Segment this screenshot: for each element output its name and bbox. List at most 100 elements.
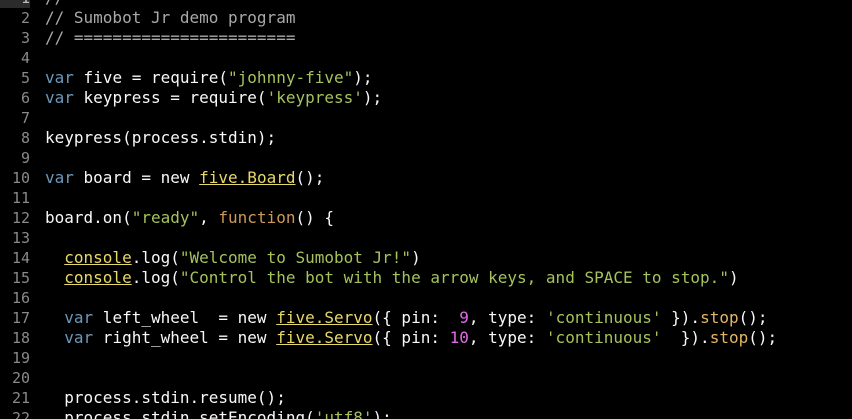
line-number: 21 [11, 389, 30, 407]
line-number: 14 [11, 249, 30, 267]
line-number: 9 [20, 149, 30, 167]
line-code: console.log("Welcome to Sumobot Jr!") [45, 248, 421, 268]
code-line[interactable]: 16 [0, 288, 852, 308]
code-token: var [64, 328, 94, 347]
code-token: // Sumobot Jr demo program [45, 8, 296, 27]
code-token: ) [411, 248, 421, 267]
code-token: .log( [131, 268, 180, 287]
code-token: (); [295, 168, 325, 187]
code-token: "ready" [131, 208, 200, 227]
code-token: ); [353, 68, 373, 87]
code-line[interactable]: 4 [0, 48, 852, 68]
code-lines: 1 // ======================= 2 // Sumobot J… [0, 0, 852, 419]
line-code: // ======================= [45, 28, 295, 48]
line-number: 3 [20, 29, 30, 47]
code-token: var [64, 308, 94, 327]
code-line[interactable]: 19 [0, 348, 852, 368]
code-token: function [218, 208, 296, 227]
code-line[interactable]: 22 process.stdin.setEncoding('utf8'); [0, 408, 852, 419]
code-line[interactable]: 3 // ======================= [0, 28, 852, 48]
code-line[interactable]: 14 console.log("Welcome to Sumobot Jr!") [0, 248, 852, 268]
line-number: 8 [20, 129, 30, 147]
code-editor[interactable]: 1 // ======================= 2 // Sumobot J… [0, 0, 852, 419]
code-token: stop [700, 308, 739, 327]
line-code: // ======================= [45, 0, 295, 8]
code-line[interactable]: 9 [0, 148, 852, 168]
line-code: var right_wheel = new five.Servo({ pin: … [45, 328, 777, 348]
line-number: 17 [11, 309, 30, 327]
code-token: }). [661, 308, 701, 327]
line-code: board.on("ready", function() { [45, 208, 334, 228]
code-line[interactable]: 13 [0, 228, 852, 248]
line-number: 16 [11, 289, 30, 307]
code-token: "johnny-five" [228, 68, 354, 87]
code-line[interactable]: 12 board.on("ready", function() { [0, 208, 852, 228]
code-token: }). [661, 328, 710, 347]
code-token: board.on( [45, 208, 132, 227]
line-number: 5 [20, 69, 30, 87]
code-line[interactable]: 21 process.stdin.resume(); [0, 388, 852, 408]
code-token: 10 [449, 328, 469, 347]
code-token: "Welcome to Sumobot Jr!" [179, 248, 412, 267]
line-code: console.log("Control the bot with the ar… [45, 268, 739, 288]
code-token: .log( [131, 248, 180, 267]
code-line[interactable]: 6 var keypress = require('keypress'); [0, 88, 852, 108]
line-code: // Sumobot Jr demo program [45, 8, 295, 28]
line-number: 22 [11, 409, 30, 419]
code-line[interactable]: 5 var five = require("johnny-five"); [0, 68, 852, 88]
code-token: five.Servo [276, 328, 373, 347]
code-token: var [45, 68, 74, 87]
code-token: five.Servo [276, 308, 373, 327]
code-token: ); [362, 88, 383, 107]
code-token: , type: [468, 328, 546, 347]
code-line[interactable]: 17 var left_wheel = new five.Servo({ pin… [0, 308, 852, 328]
code-line[interactable]: 18 var right_wheel = new five.Servo({ pi… [0, 328, 852, 348]
code-token: var [45, 88, 74, 107]
line-number: 2 [20, 9, 30, 27]
line-number: 13 [11, 229, 30, 247]
code-line[interactable]: 2 // Sumobot Jr demo program [0, 8, 852, 28]
line-code: var keypress = require('keypress'); [45, 88, 382, 108]
code-token: (); [748, 328, 778, 347]
line-code: var left_wheel = new five.Servo({ pin: 9… [45, 308, 768, 328]
code-line[interactable]: 8 keypress(process.stdin); [0, 128, 852, 148]
line-number: 20 [11, 369, 30, 387]
code-token: "Control the bot with the arrow keys, an… [179, 268, 729, 287]
code-token: () { [295, 208, 334, 227]
code-token: var [45, 168, 74, 187]
code-token: five.Board [199, 168, 296, 187]
code-token: ) [728, 268, 739, 287]
code-token: ); [372, 408, 392, 419]
code-token: 9 [459, 308, 469, 327]
code-token: console [64, 268, 132, 287]
code-line[interactable]: 7 [0, 108, 852, 128]
code-token: process.stdin.setEncoding( [45, 408, 315, 419]
code-token: 'keypress' [266, 88, 363, 107]
line-code: var board = new five.Board(); [45, 168, 324, 188]
code-line[interactable]: 11 [0, 188, 852, 208]
code-token: // ======================= [45, 28, 296, 47]
code-token: five = require( [73, 68, 229, 87]
code-line[interactable]: 10 var board = new five.Board(); [0, 168, 852, 188]
code-token: (); [738, 308, 768, 327]
code-token: keypress = require( [73, 88, 267, 107]
code-line[interactable]: 20 [0, 368, 852, 388]
line-number: 10 [11, 169, 30, 187]
code-token: console [64, 248, 132, 267]
code-line[interactable]: 15 console.log("Control the bot with the… [0, 268, 852, 288]
line-number: 11 [11, 189, 30, 207]
line-number: 19 [11, 349, 30, 367]
code-line[interactable]: 1 // ======================= [0, 0, 852, 8]
line-number: 18 [11, 329, 30, 347]
code-token: right_wheel = new [93, 328, 277, 347]
code-token: 'continuous' [545, 308, 662, 327]
code-token: ({ pin: [372, 328, 450, 347]
line-number: 6 [20, 89, 30, 107]
code-token: board = new [73, 168, 200, 187]
code-token: , [199, 208, 219, 227]
code-token: // ======================= [45, 0, 295, 7]
line-number: 1 [0, 0, 30, 8]
line-number: 12 [11, 209, 30, 227]
